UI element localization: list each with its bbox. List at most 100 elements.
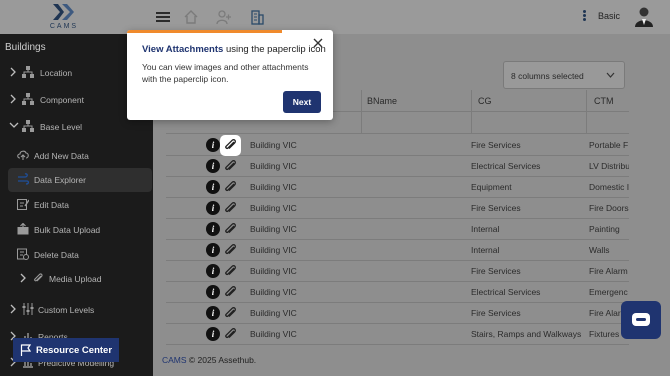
cell-ctm: Walls <box>589 245 610 255</box>
logo-text: CAMS <box>49 23 79 30</box>
cell-ctm: Emergenc <box>589 287 628 297</box>
cell-cg: Internal <box>471 245 500 255</box>
paperclip-icon[interactable] <box>222 242 239 259</box>
column-header-bname[interactable]: BName <box>367 96 397 106</box>
column-selector-dropdown[interactable]: 8 columns selected <box>503 61 625 89</box>
column-header-cg[interactable]: CG <box>478 96 492 106</box>
resource-center-button[interactable]: Resource Center <box>13 338 119 362</box>
tour-progress-bar <box>127 30 282 33</box>
paperclip-icon[interactable] <box>222 200 239 217</box>
table-row[interactable]: i Building VIC Internal Painting <box>166 219 629 240</box>
sidebar-item-label: Media Upload <box>49 274 102 284</box>
cell-cg: Electrical Services <box>471 287 541 297</box>
cell-bname: Building VIC <box>250 245 297 255</box>
bulk-upload-icon <box>17 222 29 235</box>
table-row[interactable]: i Building VIC Electrical Services Emergenc <box>166 282 629 303</box>
footer-brand-link[interactable]: CAMS <box>162 355 187 365</box>
info-icon[interactable]: i <box>206 180 220 194</box>
sidebar-item-add-new-data[interactable]: Add New Data <box>0 144 153 168</box>
sidebar-item-label: Edit Data <box>34 200 69 210</box>
info-icon[interactable]: i <box>206 306 220 320</box>
close-icon[interactable] <box>313 38 323 48</box>
paperclip-icon[interactable] <box>222 158 239 175</box>
cell-bname: Building VIC <box>250 308 297 318</box>
tooltip-body: You can view images and other attachment… <box>142 62 309 84</box>
sidebar-title: Buildings <box>5 42 46 53</box>
cell-cg: Fire Services <box>471 266 521 276</box>
cell-ctm: LV Distribu <box>589 161 629 171</box>
building-icon[interactable] <box>249 9 265 25</box>
sidebar-item-delete-data[interactable]: Delete Data <box>0 243 153 267</box>
chat-button[interactable] <box>621 301 661 339</box>
cell-cg: Stairs, Ramps and Walkways <box>471 329 582 339</box>
users-icon[interactable] <box>216 9 232 25</box>
table-row[interactable]: i Building VIC Stairs, Ramps and Walkways F… <box>166 324 629 345</box>
avatar[interactable] <box>634 6 654 28</box>
column-header-ctm[interactable]: CTM <box>594 96 614 106</box>
sidebar-item-label: Add New Data <box>34 151 89 161</box>
next-button[interactable]: Next <box>283 91 321 113</box>
home-icon[interactable] <box>183 9 199 25</box>
sidebar-item-bulk-data-upload[interactable]: Bulk Data Upload <box>0 218 153 242</box>
cell-cg: Electrical Services <box>471 161 541 171</box>
table-row[interactable]: i Building VIC Equipment Domestic I <box>166 177 629 198</box>
chevron-down-icon <box>606 71 615 79</box>
info-icon[interactable]: i <box>206 201 220 215</box>
kebab-menu-icon[interactable] <box>583 10 587 24</box>
sidebar-item-custom-levels[interactable]: Custom Levels <box>0 298 153 322</box>
data-table: BName CG CTM i Building VIC Fire Services P… <box>166 90 629 346</box>
sliders-icon <box>22 303 34 315</box>
sidebar-item-label: Base Level <box>40 122 83 132</box>
tooltip-title-bold: View Attachments <box>142 44 224 55</box>
paperclip-icon[interactable] <box>222 221 239 238</box>
info-icon[interactable]: i <box>206 138 220 152</box>
paperclip-icon[interactable] <box>222 326 239 343</box>
sidebar-item-data-explorer[interactable]: Data Explorer <box>8 168 152 192</box>
cell-bname: Building VIC <box>250 266 297 276</box>
info-icon[interactable]: i <box>206 327 220 341</box>
cell-cg: Fire Services <box>471 308 521 318</box>
cell-cg: Internal <box>471 224 500 234</box>
cell-bname: Building VIC <box>250 140 297 150</box>
info-icon[interactable]: i <box>206 222 220 236</box>
cell-bname: Building VIC <box>250 182 297 192</box>
hamburger-menu-icon[interactable] <box>156 10 172 26</box>
sidebar-item-edit-data[interactable]: Edit Data <box>0 193 153 217</box>
paperclip-icon[interactable] <box>222 284 239 301</box>
table-row[interactable]: i Building VIC Fire Services Portable F <box>166 135 629 156</box>
wind-icon <box>17 173 30 185</box>
org-chart-icon <box>22 93 34 105</box>
paperclip-icon[interactable] <box>222 137 239 154</box>
table-row[interactable]: i Building VIC Fire Services Fire Alar <box>166 303 629 324</box>
table-row[interactable]: i Building VIC Fire Services Fire Alarm <box>166 261 629 282</box>
info-icon[interactable]: i <box>206 285 220 299</box>
cell-ctm: Portable F <box>589 140 629 150</box>
resource-center-label: Resource Center <box>36 345 113 356</box>
cell-cg: Fire Services <box>471 203 521 213</box>
tooltip-title: View Attachments using the paperclip ico… <box>142 44 326 55</box>
sidebar-item-label: Bulk Data Upload <box>34 225 101 235</box>
chat-icon <box>632 313 650 326</box>
cell-bname: Building VIC <box>250 203 297 213</box>
cams-logo[interactable]: CAMS <box>44 2 84 32</box>
info-icon[interactable]: i <box>206 243 220 257</box>
table-row[interactable]: i Building VIC Fire Services Fire Doors <box>166 198 629 219</box>
chevron-right-icon <box>19 273 27 283</box>
paperclip-icon[interactable] <box>222 305 239 322</box>
cell-ctm: Fire Doors <box>589 203 629 213</box>
flag-icon <box>20 344 32 356</box>
column-selector-label: 8 columns selected <box>511 71 584 81</box>
sidebar-item-media-upload[interactable]: Media Upload <box>0 267 153 291</box>
org-chart-icon <box>22 120 34 132</box>
chevron-right-icon <box>9 67 17 77</box>
info-icon[interactable]: i <box>206 264 220 278</box>
cell-bname: Building VIC <box>250 161 297 171</box>
paperclip-icon[interactable] <box>222 263 239 280</box>
table-row[interactable]: i Building VIC Internal Walls <box>166 240 629 261</box>
user-role-label[interactable]: Basic <box>598 11 620 21</box>
info-icon[interactable]: i <box>206 159 220 173</box>
paperclip-icon[interactable] <box>222 179 239 196</box>
table-row[interactable]: i Building VIC Electrical Services LV Distr… <box>166 156 629 177</box>
cell-cg: Fire Services <box>471 140 521 150</box>
sidebar-item-label: Location <box>40 68 73 78</box>
